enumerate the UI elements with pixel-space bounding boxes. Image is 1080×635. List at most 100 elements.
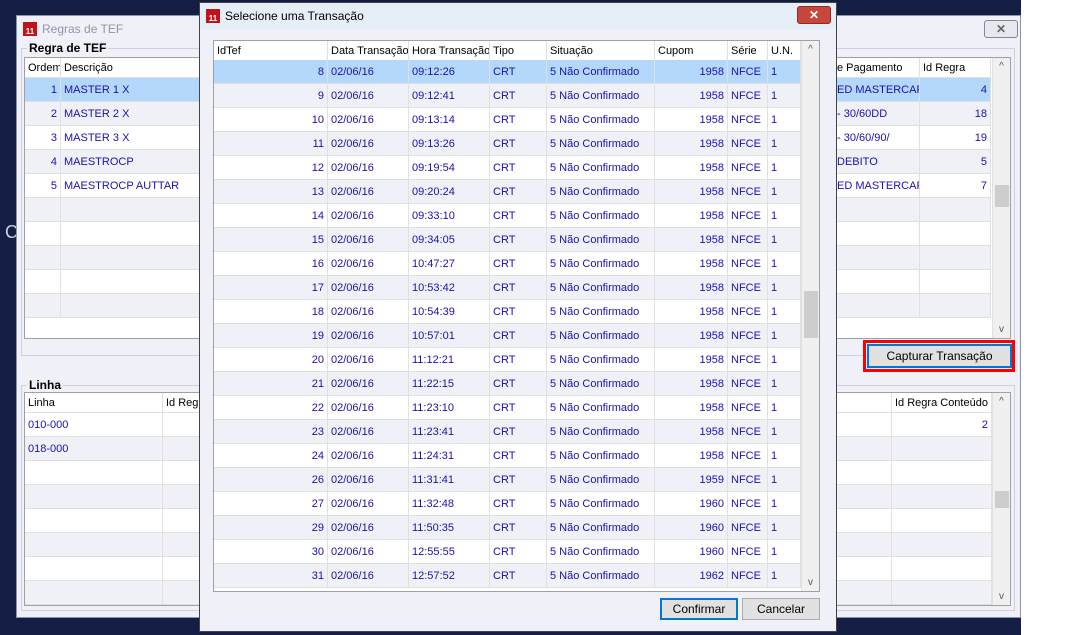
table-cell: CRT (490, 300, 547, 323)
close-button[interactable]: ✕ (984, 20, 1018, 38)
table-cell: 1958 (655, 300, 728, 323)
table-row[interactable]: 13 02/06/16 09:20:24 CRT 5 Não Confirmado 195… (214, 180, 801, 204)
table-cell: 9 (214, 84, 328, 107)
table-cell (920, 246, 991, 269)
table-row[interactable]: 14 02/06/16 09:33:10 CRT 5 Não Confirmado 195… (214, 204, 801, 228)
table-cell: 1 (768, 276, 801, 299)
table-cell: 27 (214, 492, 328, 515)
table-cell (834, 270, 920, 293)
column-header[interactable]: Id Regra Conteúdo (892, 393, 992, 412)
column-header[interactable]: U.N. (768, 41, 801, 60)
table-cell: 5 Não Confirmado (547, 252, 655, 275)
table-cell: NFCE (728, 564, 768, 587)
table-cell: 11:24:31 (409, 444, 490, 467)
capture-transaction-button[interactable]: Capturar Transação (867, 344, 1012, 368)
table-cell (892, 557, 992, 580)
table-cell: 5 Não Confirmado (547, 60, 655, 83)
table-cell: 02/06/16 (328, 516, 409, 539)
table-cell: NFCE (728, 348, 768, 371)
table-row[interactable]: 10 02/06/16 09:13:14 CRT 5 Não Confirmado 195… (214, 108, 801, 132)
table-cell: 1 (768, 180, 801, 203)
table-cell: 1 (768, 156, 801, 179)
table-cell: CRT (490, 60, 547, 83)
column-header[interactable] (836, 393, 892, 412)
table-cell: 1958 (655, 420, 728, 443)
table-row[interactable]: 20 02/06/16 11:12:21 CRT 5 Não Confirmado 195… (214, 348, 801, 372)
scroll-up-icon[interactable]: ^ (802, 44, 819, 55)
table-row[interactable]: 31 02/06/16 12:57:52 CRT 5 Não Confirmado 196… (214, 564, 801, 588)
scroll-down-icon[interactable]: v (993, 324, 1010, 335)
table-cell: CRT (490, 204, 547, 227)
table-row[interactable]: 21 02/06/16 11:22:15 CRT 5 Não Confirmado 195… (214, 372, 801, 396)
column-header[interactable]: Data Transação (328, 41, 409, 60)
table-row[interactable]: 16 02/06/16 10:47:27 CRT 5 Não Confirmado 195… (214, 252, 801, 276)
confirm-button[interactable]: Confirmar (660, 598, 738, 620)
table-cell: 02/06/16 (328, 468, 409, 491)
select-transaction-dialog: 11 Selecione uma Transação ✕ ^ v IdTef Data… (199, 2, 837, 632)
table-row[interactable]: 12 02/06/16 09:19:54 CRT 5 Não Confirmado 195… (214, 156, 801, 180)
column-header[interactable]: Série (728, 41, 768, 60)
table-row[interactable]: 30 02/06/16 12:55:55 CRT 5 Não Confirmado 196… (214, 540, 801, 564)
table-cell: CRT (490, 252, 547, 275)
table-cell: CRT (490, 108, 547, 131)
table-cell: 09:12:26 (409, 60, 490, 83)
table-cell: 1958 (655, 396, 728, 419)
table-row[interactable]: 9 02/06/16 09:12:41 CRT 5 Não Confirmado 1958… (214, 84, 801, 108)
table-row[interactable]: 11 02/06/16 09:13:26 CRT 5 Não Confirmado 195… (214, 132, 801, 156)
scroll-thumb[interactable] (995, 491, 1009, 508)
table-row[interactable]: 8 02/06/16 09:12:26 CRT 5 Não Confirmado 1958… (214, 60, 801, 84)
column-header[interactable]: Tipo (490, 41, 547, 60)
scrollbar[interactable]: ^ v (801, 41, 819, 591)
table-row[interactable]: 22 02/06/16 11:23:10 CRT 5 Não Confirmado 195… (214, 396, 801, 420)
table-cell: CRT (490, 372, 547, 395)
table-cell: 29 (214, 516, 328, 539)
table-row[interactable]: 27 02/06/16 11:32:48 CRT 5 Não Confirmado 196… (214, 492, 801, 516)
table-cell: 018-000 (25, 437, 163, 460)
table-cell: 19 (214, 324, 328, 347)
scroll-down-icon[interactable]: v (993, 591, 1010, 602)
table-cell: 1960 (655, 516, 728, 539)
column-header[interactable]: Cupom (655, 41, 728, 60)
scroll-up-icon[interactable]: ^ (993, 61, 1010, 72)
table-row[interactable]: 24 02/06/16 11:24:31 CRT 5 Não Confirmado 195… (214, 444, 801, 468)
table-cell: 02/06/16 (328, 540, 409, 563)
window-title: Regras de TEF (42, 22, 124, 36)
table-cell: 02/06/16 (328, 60, 409, 83)
table-cell: 5 Não Confirmado (547, 276, 655, 299)
scrollbar[interactable]: ^ v (992, 393, 1010, 605)
table-cell: 2 (25, 102, 61, 125)
column-header[interactable]: Id Regra (920, 58, 991, 77)
scroll-up-icon[interactable]: ^ (993, 396, 1010, 407)
table-cell: CRT (490, 180, 547, 203)
table-cell: 02/06/16 (328, 108, 409, 131)
table-row[interactable]: 19 02/06/16 10:57:01 CRT 5 Não Confirmado 195… (214, 324, 801, 348)
table-cell: NFCE (728, 132, 768, 155)
column-header[interactable]: Hora Transação (409, 41, 490, 60)
table-row[interactable]: 15 02/06/16 09:34:05 CRT 5 Não Confirmado 195… (214, 228, 801, 252)
transactions-grid[interactable]: ^ v IdTef Data Transação Hora Transação Tipo… (213, 40, 820, 592)
table-row[interactable]: 18 02/06/16 10:54:39 CRT 5 Não Confirmado 195… (214, 300, 801, 324)
scrollbar[interactable]: ^ v (992, 58, 1010, 338)
scroll-thumb[interactable] (995, 185, 1009, 207)
table-cell: NFCE (728, 492, 768, 515)
scroll-thumb[interactable] (804, 291, 818, 338)
column-header[interactable]: e Pagamento (834, 58, 920, 77)
table-row[interactable]: 29 02/06/16 11:50:35 CRT 5 Não Confirmado 196… (214, 516, 801, 540)
column-header[interactable]: IdTef (214, 41, 328, 60)
scroll-down-icon[interactable]: v (802, 577, 819, 588)
cancel-button[interactable]: Cancelar (742, 598, 820, 620)
table-cell: 1 (768, 372, 801, 395)
table-cell: 1958 (655, 228, 728, 251)
column-header[interactable]: Linha (25, 393, 163, 412)
table-row[interactable]: 26 02/06/16 11:31:41 CRT 5 Não Confirmado 195… (214, 468, 801, 492)
group-regra-tef: Regra de TEF (27, 41, 109, 55)
table-row[interactable]: 17 02/06/16 10:53:42 CRT 5 Não Confirmado 195… (214, 276, 801, 300)
table-cell: ED MASTERCARD (834, 174, 920, 197)
column-header[interactable]: Ordem (25, 58, 61, 77)
column-header[interactable]: Situação (547, 41, 655, 60)
close-button[interactable]: ✕ (797, 6, 831, 24)
table-cell (836, 437, 892, 460)
table-cell: CRT (490, 156, 547, 179)
table-cell: NFCE (728, 300, 768, 323)
table-row[interactable]: 23 02/06/16 11:23:41 CRT 5 Não Confirmado 195… (214, 420, 801, 444)
